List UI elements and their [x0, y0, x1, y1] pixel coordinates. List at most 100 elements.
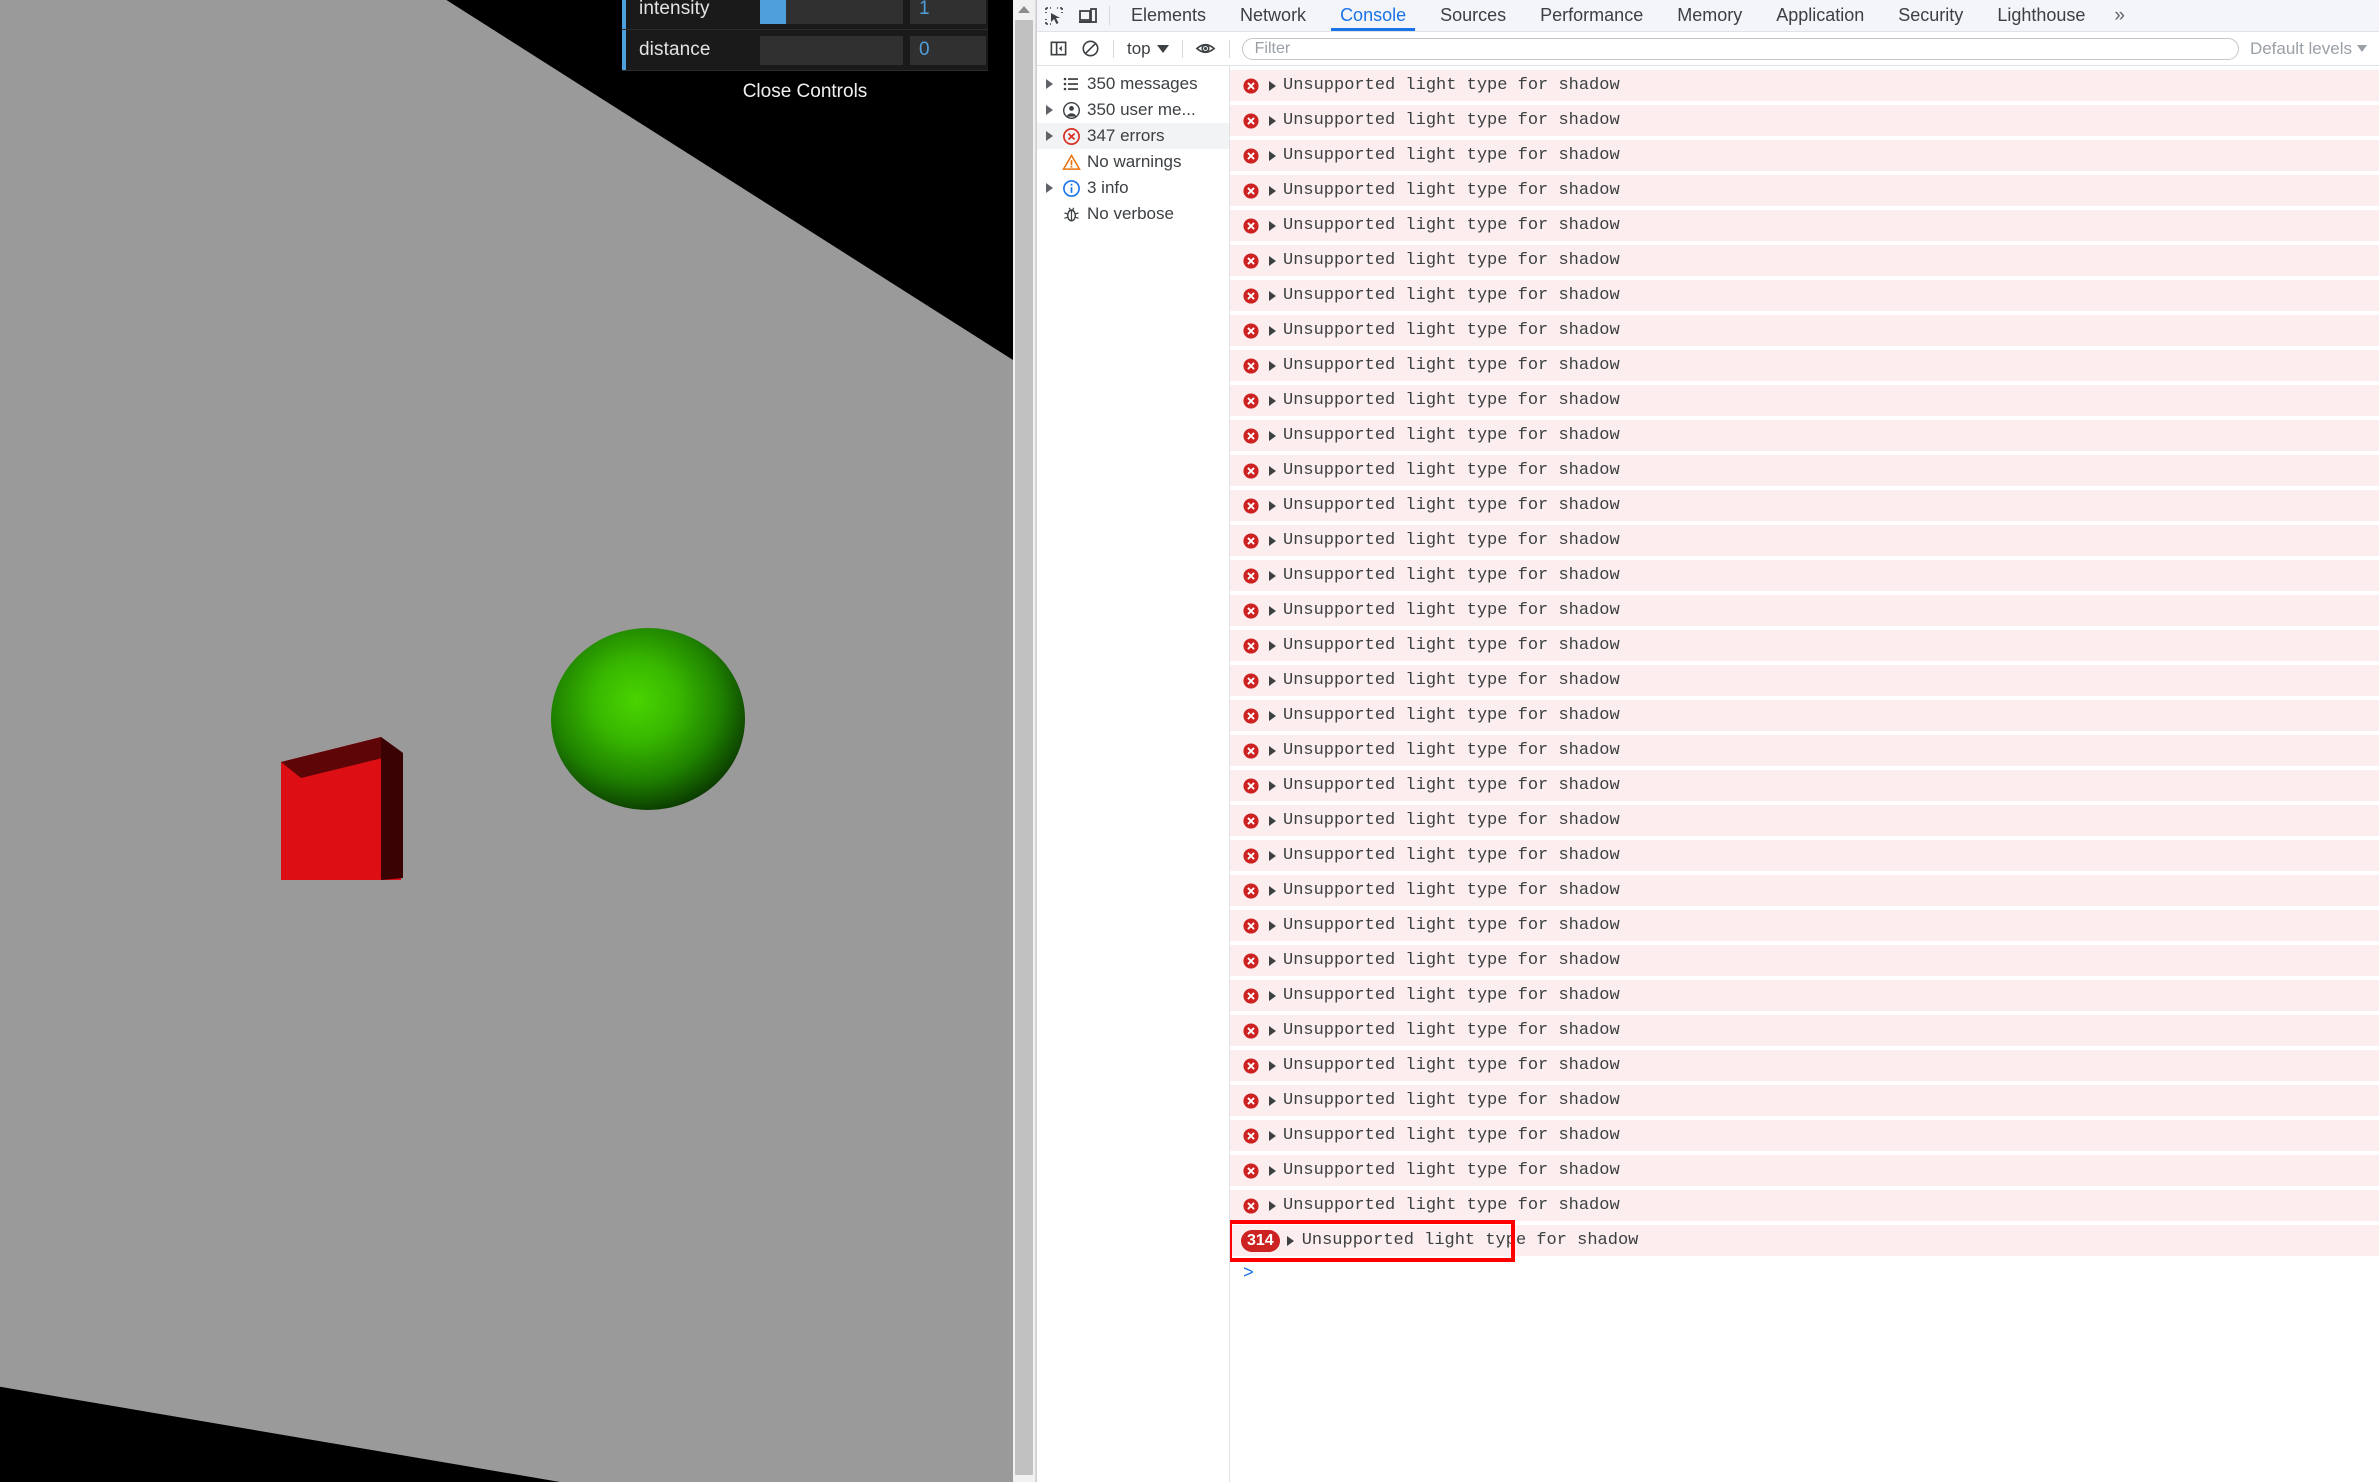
expand-message-icon[interactable]: [1261, 115, 1283, 126]
expand-message-icon[interactable]: [1261, 220, 1283, 231]
inspect-element-icon[interactable]: [1037, 0, 1071, 31]
console-error-row[interactable]: Unsupported light type for shadow: [1230, 910, 2379, 941]
sidebar-item-info[interactable]: 3 info: [1037, 175, 1229, 201]
sidebar-item-errors[interactable]: 347 errors: [1037, 123, 1229, 149]
more-tabs-icon[interactable]: »: [2102, 0, 2137, 31]
expand-message-icon[interactable]: [1261, 1060, 1283, 1071]
console-error-row[interactable]: Unsupported light type for shadow: [1230, 105, 2379, 136]
expand-message-icon[interactable]: [1261, 710, 1283, 721]
toggle-console-sidebar-icon[interactable]: [1042, 33, 1074, 65]
expand-message-icon[interactable]: [1261, 80, 1283, 91]
device-toolbar-icon[interactable]: [1071, 0, 1105, 31]
expand-message-icon[interactable]: [1261, 990, 1283, 1001]
console-error-row[interactable]: Unsupported light type for shadow: [1230, 560, 2379, 591]
expand-message-icon[interactable]: [1261, 1165, 1283, 1176]
expand-message-icon[interactable]: [1261, 850, 1283, 861]
tab-memory[interactable]: Memory: [1660, 0, 1759, 31]
gui-row-intensity[interactable]: intensity 1: [622, 0, 988, 30]
console-error-row[interactable]: Unsupported light type for shadow: [1230, 525, 2379, 556]
console-error-row[interactable]: Unsupported light type for shadow: [1230, 1190, 2379, 1221]
expand-message-icon[interactable]: [1261, 1025, 1283, 1036]
console-error-row[interactable]: Unsupported light type for shadow: [1230, 490, 2379, 521]
console-error-row[interactable]: Unsupported light type for shadow: [1230, 805, 2379, 836]
expand-message-icon[interactable]: [1261, 955, 1283, 966]
clear-console-icon[interactable]: [1074, 33, 1106, 65]
sidebar-item-warnings[interactable]: No warnings: [1037, 149, 1229, 175]
console-error-row[interactable]: Unsupported light type for shadow: [1230, 455, 2379, 486]
expand-message-icon[interactable]: [1261, 1130, 1283, 1141]
scrollbar-thumb[interactable]: [1015, 20, 1033, 1475]
console-error-row[interactable]: Unsupported light type for shadow: [1230, 770, 2379, 801]
tab-security[interactable]: Security: [1881, 0, 1980, 31]
page-scrollbar[interactable]: [1013, 0, 1036, 1482]
disclosure-triangle-icon-2[interactable]: [1041, 105, 1058, 115]
console-error-row[interactable]: Unsupported light type for shadow: [1230, 1015, 2379, 1046]
expand-message-icon[interactable]: [1261, 640, 1283, 651]
expand-message-icon[interactable]: [1261, 395, 1283, 406]
distance-slider[interactable]: [760, 35, 903, 65]
console-error-row[interactable]: Unsupported light type for shadow: [1230, 245, 2379, 276]
tab-performance[interactable]: Performance: [1523, 0, 1660, 31]
tab-console[interactable]: Console: [1323, 0, 1423, 31]
disclosure-triangle-icon[interactable]: [1041, 79, 1058, 89]
expand-message-icon[interactable]: [1261, 745, 1283, 756]
sidebar-item-verbose[interactable]: No verbose: [1037, 201, 1229, 227]
expand-message-icon[interactable]: [1261, 535, 1283, 546]
console-error-row[interactable]: Unsupported light type for shadow: [1230, 875, 2379, 906]
console-error-row[interactable]: Unsupported light type for shadow: [1230, 175, 2379, 206]
console-error-row[interactable]: Unsupported light type for shadow: [1230, 595, 2379, 626]
console-error-row[interactable]: Unsupported light type for shadow: [1230, 735, 2379, 766]
console-error-row[interactable]: Unsupported light type for shadow: [1230, 630, 2379, 661]
console-error-row[interactable]: Unsupported light type for shadow: [1230, 70, 2379, 101]
disclosure-triangle-icon-3[interactable]: [1041, 131, 1058, 141]
expand-message-icon[interactable]: [1261, 430, 1283, 441]
intensity-value[interactable]: 1: [910, 0, 986, 24]
console-prompt[interactable]: >: [1230, 1260, 2379, 1288]
expand-message-icon[interactable]: [1261, 185, 1283, 196]
expand-message-icon[interactable]: [1261, 815, 1283, 826]
tab-network[interactable]: Network: [1223, 0, 1323, 31]
expand-message-icon[interactable]: [1261, 885, 1283, 896]
console-error-row[interactable]: Unsupported light type for shadow: [1230, 350, 2379, 381]
close-controls-button[interactable]: Close Controls: [622, 71, 988, 112]
expand-message-icon[interactable]: [1261, 290, 1283, 301]
expand-message-icon[interactable]: [1261, 465, 1283, 476]
expand-message-icon[interactable]: [1261, 1200, 1283, 1211]
console-error-row[interactable]: Unsupported light type for shadow: [1230, 315, 2379, 346]
console-error-row[interactable]: Unsupported light type for shadow: [1230, 280, 2379, 311]
tab-application[interactable]: Application: [1759, 0, 1881, 31]
intensity-slider[interactable]: [760, 0, 903, 24]
expand-message-icon[interactable]: [1261, 1095, 1283, 1106]
console-error-row[interactable]: Unsupported light type for shadow: [1230, 1085, 2379, 1116]
expand-message-icon[interactable]: [1261, 500, 1283, 511]
console-filter-input[interactable]: [1241, 37, 2239, 60]
console-error-row[interactable]: Unsupported light type for shadow: [1230, 945, 2379, 976]
console-error-row[interactable]: Unsupported light type for shadow: [1230, 1155, 2379, 1186]
console-error-row[interactable]: Unsupported light type for shadow: [1230, 665, 2379, 696]
expand-message-icon[interactable]: [1261, 150, 1283, 161]
expand-message-icon[interactable]: [1261, 360, 1283, 371]
3d-scene-canvas[interactable]: [0, 0, 1013, 1482]
expand-message-icon-last[interactable]: [1280, 1235, 1302, 1246]
console-error-row[interactable]: Unsupported light type for shadow: [1230, 1120, 2379, 1151]
console-error-row[interactable]: Unsupported light type for shadow: [1230, 700, 2379, 731]
tab-elements[interactable]: Elements: [1114, 0, 1223, 31]
console-message-list[interactable]: Unsupported light type for shadow Unsuppo…: [1230, 66, 2379, 1482]
console-error-row[interactable]: Unsupported light type for shadow: [1230, 980, 2379, 1011]
expand-message-icon[interactable]: [1261, 255, 1283, 266]
console-error-row-grouped[interactable]: 314 Unsupported light type for shadow: [1230, 1225, 2379, 1256]
console-error-row[interactable]: Unsupported light type for shadow: [1230, 420, 2379, 451]
distance-value[interactable]: 0: [910, 35, 986, 65]
console-error-row[interactable]: Unsupported light type for shadow: [1230, 1050, 2379, 1081]
tab-lighthouse[interactable]: Lighthouse: [1980, 0, 2102, 31]
expand-message-icon[interactable]: [1261, 325, 1283, 336]
three-js-viewport[interactable]: color #ffffff intensity 1 distance: [0, 0, 1013, 1482]
sidebar-item-user-messages[interactable]: 350 user me...: [1037, 97, 1229, 123]
console-error-row[interactable]: Unsupported light type for shadow: [1230, 840, 2379, 871]
scrollbar-up-arrow-icon[interactable]: [1013, 0, 1035, 18]
expand-message-icon[interactable]: [1261, 605, 1283, 616]
live-expression-eye-icon[interactable]: [1190, 33, 1222, 65]
console-error-row[interactable]: Unsupported light type for shadow: [1230, 140, 2379, 171]
sidebar-item-messages[interactable]: 350 messages: [1037, 71, 1229, 97]
gui-row-distance[interactable]: distance 0: [622, 30, 988, 71]
